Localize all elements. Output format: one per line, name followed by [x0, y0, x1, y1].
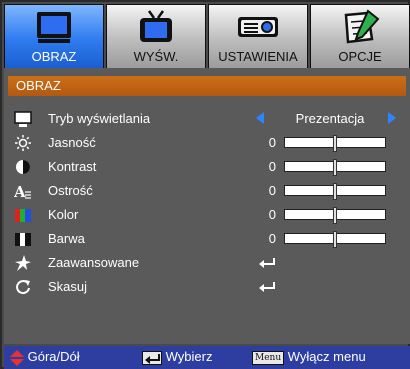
- reset-icon: [16, 280, 30, 295]
- tint-row[interactable]: Barwa 0: [14, 228, 400, 250]
- menu-key-icon: Menu: [252, 350, 285, 365]
- tab-obraz[interactable]: OBRAZ: [4, 4, 104, 68]
- tab-opcje-label: OPCJE: [338, 49, 382, 64]
- display-mode-value: Prezentacja: [295, 111, 365, 126]
- sharpness-value: 0: [268, 183, 276, 198]
- slider-knob[interactable]: [333, 207, 337, 224]
- brightness-slider[interactable]: [284, 135, 386, 152]
- advanced-label: Zaawansowane: [48, 255, 140, 270]
- contrast-label: Kontrast: [48, 159, 97, 174]
- brightness-icon: [15, 135, 31, 151]
- tab-wysw[interactable]: WYŚW.: [106, 4, 206, 68]
- tint-icon: [15, 233, 31, 246]
- svg-text:A: A: [14, 183, 26, 200]
- color-value: 0: [268, 207, 276, 222]
- color-icon: [15, 209, 31, 222]
- reset-row[interactable]: Skasuj: [14, 276, 400, 298]
- tab-wysw-label: WYŚW.: [133, 49, 179, 64]
- enter-icon[interactable]: [258, 281, 276, 293]
- color-slider[interactable]: [284, 207, 386, 224]
- display-mode-icon: [14, 111, 32, 127]
- sharpness-slider[interactable]: [284, 183, 386, 200]
- osd-menu: OBRAZ WYŚW. USTAWIENIA OPCJE OBRAZ Tryb …: [0, 0, 410, 369]
- select-hint: Wybierz: [142, 349, 212, 365]
- slider-knob[interactable]: [333, 159, 337, 176]
- projector-icon: [238, 17, 278, 37]
- select-label: Wybierz: [165, 349, 213, 364]
- contrast-icon: [16, 160, 30, 174]
- notepad-pencil-icon: [344, 9, 380, 44]
- slider-knob[interactable]: [333, 231, 337, 248]
- tab-opcje[interactable]: OPCJE: [310, 4, 410, 68]
- footer-help-bar: Góra/Dół Wybierz Menu Wyłącz menu: [4, 346, 410, 369]
- contrast-row[interactable]: Kontrast 0: [14, 156, 400, 178]
- arrow-right-icon[interactable]: [388, 112, 396, 124]
- tint-slider[interactable]: [284, 231, 386, 248]
- updown-label: Góra/Dół: [27, 349, 80, 364]
- tab-obraz-label: OBRAZ: [31, 49, 77, 64]
- exit-label: Wyłącz menu: [287, 349, 366, 364]
- menu-panel: OBRAZ Tryb wyświetlania Prezentacja Jasn…: [4, 68, 410, 344]
- updown-arrows-icon: [10, 349, 24, 366]
- advanced-row[interactable]: Zaawansowane: [14, 252, 400, 274]
- sharpness-icon: A: [14, 183, 31, 200]
- color-row[interactable]: Kolor 0: [14, 204, 400, 226]
- enter-icon[interactable]: [258, 257, 276, 269]
- color-label: Kolor: [48, 207, 79, 222]
- slider-knob[interactable]: [333, 183, 337, 200]
- brightness-label: Jasność: [48, 135, 96, 150]
- tint-value: 0: [268, 231, 276, 246]
- slider-knob[interactable]: [333, 135, 337, 152]
- advanced-icon: [15, 255, 31, 271]
- tab-ustawienia-label: USTAWIENIA: [218, 49, 298, 64]
- section-title: OBRAZ: [8, 76, 406, 96]
- contrast-value: 0: [268, 159, 276, 174]
- brightness-value: 0: [268, 135, 276, 150]
- updown-hint: Góra/Dół: [10, 349, 80, 366]
- display-mode-row[interactable]: Tryb wyświetlania Prezentacja: [14, 108, 400, 130]
- reset-label: Skasuj: [48, 279, 88, 294]
- sharpness-row[interactable]: A Ostrość 0: [14, 180, 400, 202]
- tint-label: Barwa: [48, 231, 85, 246]
- monitor-icon: [37, 12, 71, 43]
- enter-key-icon: [142, 350, 162, 365]
- display-mode-label: Tryb wyświetlania: [48, 111, 151, 126]
- arrow-left-icon[interactable]: [256, 112, 264, 124]
- brightness-row[interactable]: Jasność 0: [14, 132, 400, 154]
- exit-hint: Menu Wyłącz menu: [252, 349, 366, 365]
- contrast-slider[interactable]: [284, 159, 386, 176]
- tv-icon: [140, 10, 172, 42]
- tab-ustawienia[interactable]: USTAWIENIA: [208, 4, 308, 68]
- sharpness-label: Ostrość: [48, 183, 93, 198]
- tab-bar: OBRAZ WYŚW. USTAWIENIA OPCJE: [4, 4, 410, 68]
